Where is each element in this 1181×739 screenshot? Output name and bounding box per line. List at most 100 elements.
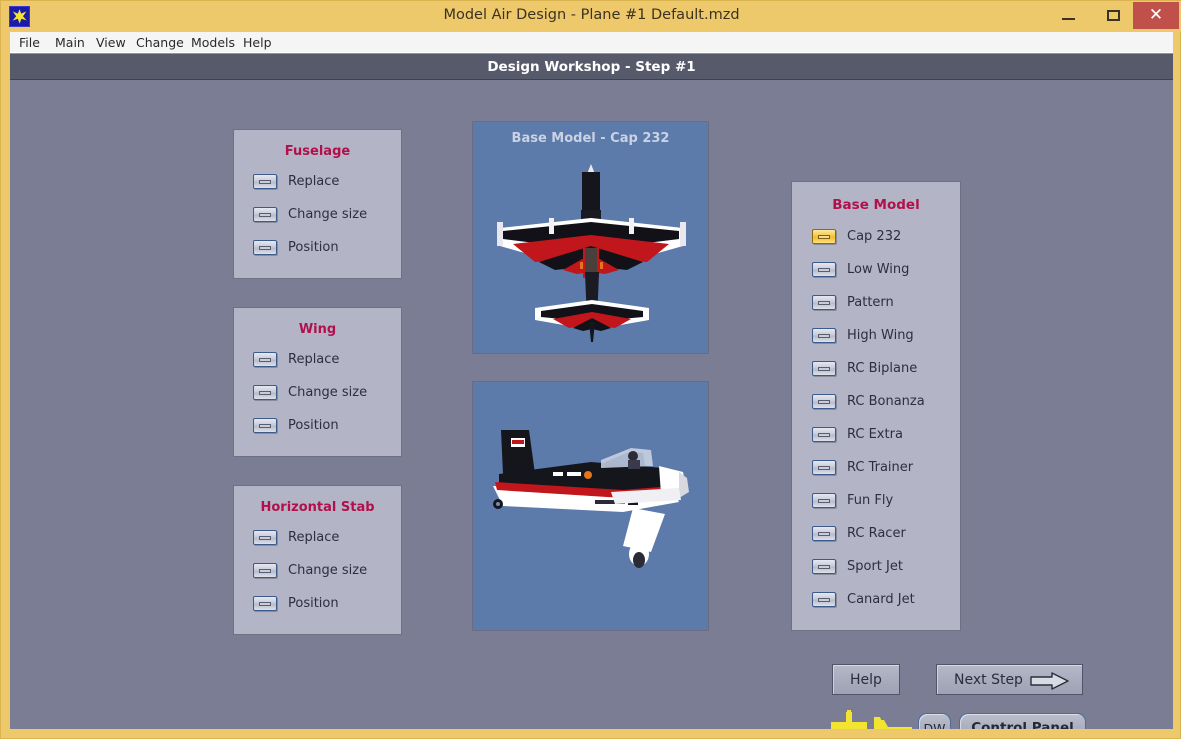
- base-model-radio-rc-extra[interactable]: [812, 426, 836, 442]
- preview-side-view[interactable]: [472, 381, 709, 631]
- base-model-radio-pattern[interactable]: [812, 294, 836, 310]
- wing-position-button[interactable]: [253, 417, 277, 433]
- airplane-side-view-icon[interactable]: [872, 715, 914, 729]
- base-model-label-cap-232: Cap 232: [847, 228, 902, 244]
- control-panel-button[interactable]: Control Panel: [959, 713, 1086, 729]
- window-title: Model Air Design - Plane #1 Default.mzd: [443, 7, 740, 23]
- control-panel-button-label: Control Panel: [971, 720, 1074, 729]
- menu-item-help[interactable]: Help: [239, 34, 276, 51]
- base-model-label-rc-racer: RC Racer: [847, 525, 906, 541]
- application-window: Model Air Design - Plane #1 Default.mzd …: [0, 0, 1181, 739]
- wing-replace-label: Replace: [288, 351, 340, 367]
- base-model-item-fun-fly[interactable]: Fun Fly: [812, 489, 893, 511]
- base-model-label-rc-extra: RC Extra: [847, 426, 903, 442]
- step-header-bar: Design Workshop - Step #1: [10, 53, 1173, 80]
- maximize-icon: [1091, 1, 1136, 30]
- close-icon: ✕: [1148, 5, 1164, 25]
- group-title-horizontal-stab: Horizontal Stab: [260, 500, 375, 515]
- horizontal-stab-change-size-row[interactable]: Change size: [253, 559, 367, 581]
- base-model-item-rc-extra[interactable]: RC Extra: [812, 423, 903, 445]
- base-model-radio-rc-bonanza[interactable]: [812, 393, 836, 409]
- side-view-aircraft-icon: [493, 430, 689, 568]
- fuselage-replace-row[interactable]: Replace: [253, 170, 339, 192]
- base-model-label-rc-bonanza: RC Bonanza: [847, 393, 925, 409]
- wing-change-size-label: Change size: [288, 384, 368, 400]
- horizontal-stab-replace-button[interactable]: [253, 529, 277, 545]
- wing-position-row[interactable]: Position: [253, 414, 339, 436]
- title-bar: Model Air Design - Plane #1 Default.mzd …: [1, 1, 1181, 32]
- fuselage-change-size-label: Change size: [288, 206, 368, 222]
- base-model-label-low-wing: Low Wing: [847, 261, 910, 277]
- fuselage-change-size-row[interactable]: Change size: [253, 203, 367, 225]
- base-model-label-rc-biplane: RC Biplane: [847, 360, 918, 376]
- base-model-radio-cap-232[interactable]: [812, 228, 836, 244]
- base-model-label-fun-fly: Fun Fly: [847, 492, 894, 508]
- group-panel-fuselage: Fuselage Replace Change size Position: [233, 129, 402, 279]
- top-view-aircraft-icon: [497, 164, 686, 342]
- design-workshop-button[interactable]: DW: [918, 713, 951, 729]
- menu-item-main[interactable]: Main: [51, 34, 89, 51]
- horizontal-stab-change-size-label: Change size: [288, 562, 368, 578]
- minimize-icon: [1046, 1, 1091, 30]
- base-model-radio-low-wing[interactable]: [812, 261, 836, 277]
- base-model-item-rc-bonanza[interactable]: RC Bonanza: [812, 390, 925, 412]
- airplane-top-view-icon[interactable]: [828, 710, 870, 729]
- menu-item-view[interactable]: View: [92, 34, 130, 51]
- group-panel-horizontal-stab: Horizontal Stab Replace Change size Posi…: [233, 485, 402, 635]
- fuselage-position-row[interactable]: Position: [253, 236, 339, 258]
- horizontal-stab-change-size-button[interactable]: [253, 562, 277, 578]
- fuselage-position-button[interactable]: [253, 239, 277, 255]
- next-step-button-label: Next Step: [954, 671, 1023, 688]
- wing-replace-row[interactable]: Replace: [253, 348, 339, 370]
- base-model-item-rc-racer[interactable]: RC Racer: [812, 522, 906, 544]
- base-model-item-cap-232[interactable]: Cap 232: [812, 225, 901, 247]
- horizontal-stab-position-label: Position: [288, 595, 339, 611]
- base-model-radio-high-wing[interactable]: [812, 327, 836, 343]
- base-model-label-high-wing: High Wing: [847, 327, 914, 343]
- base-model-radio-sport-jet[interactable]: [812, 558, 836, 574]
- base-model-item-low-wing[interactable]: Low Wing: [812, 258, 909, 280]
- preview-top-view[interactable]: Base Model - Cap 232: [472, 121, 709, 354]
- fuselage-replace-label: Replace: [288, 173, 340, 189]
- help-button[interactable]: Help: [832, 664, 900, 695]
- menu-item-file[interactable]: File: [15, 34, 44, 51]
- base-model-radio-fun-fly[interactable]: [812, 492, 836, 508]
- base-model-item-high-wing[interactable]: High Wing: [812, 324, 914, 346]
- horizontal-stab-position-row[interactable]: Position: [253, 592, 339, 614]
- base-model-item-rc-biplane[interactable]: RC Biplane: [812, 357, 917, 379]
- horizontal-stab-replace-row[interactable]: Replace: [253, 526, 339, 548]
- base-model-title: Base Model: [832, 197, 920, 213]
- base-model-label-pattern: Pattern: [847, 294, 894, 310]
- base-model-radio-canard-jet[interactable]: [812, 591, 836, 607]
- wing-replace-button[interactable]: [253, 351, 277, 367]
- base-model-radio-rc-trainer[interactable]: [812, 459, 836, 475]
- base-model-item-pattern[interactable]: Pattern: [812, 291, 894, 313]
- group-title-fuselage: Fuselage: [284, 144, 351, 159]
- menu-bar: File Main View Change Models Help: [10, 32, 1173, 53]
- help-button-label: Help: [850, 671, 882, 688]
- wing-change-size-button[interactable]: [253, 384, 277, 400]
- fuselage-replace-button[interactable]: [253, 173, 277, 189]
- close-button[interactable]: ✕: [1133, 2, 1179, 29]
- menu-item-models[interactable]: Models: [187, 34, 239, 51]
- minimize-button[interactable]: [1046, 1, 1091, 30]
- design-workshop-button-label: DW: [923, 720, 946, 730]
- fuselage-change-size-button[interactable]: [253, 206, 277, 222]
- base-model-radio-rc-racer[interactable]: [812, 525, 836, 541]
- horizontal-stab-replace-label: Replace: [288, 529, 340, 545]
- base-model-item-sport-jet[interactable]: Sport Jet: [812, 555, 903, 577]
- maximize-button[interactable]: [1091, 1, 1136, 30]
- base-model-item-canard-jet[interactable]: Canard Jet: [812, 588, 915, 610]
- menu-item-change[interactable]: Change: [132, 34, 188, 51]
- group-panel-wing: Wing Replace Change size Position: [233, 307, 402, 457]
- step-header-title: Design Workshop - Step #1: [487, 59, 696, 75]
- wing-change-size-row[interactable]: Change size: [253, 381, 367, 403]
- arrow-right-icon: [1030, 672, 1070, 694]
- next-step-button[interactable]: Next Step: [936, 664, 1083, 695]
- client-area: Design Workshop - Step #1 Fuselage Repla…: [10, 53, 1173, 729]
- base-model-radio-rc-biplane[interactable]: [812, 360, 836, 376]
- wing-position-label: Position: [288, 417, 339, 433]
- base-model-label-canard-jet: Canard Jet: [847, 591, 915, 607]
- base-model-item-rc-trainer[interactable]: RC Trainer: [812, 456, 913, 478]
- horizontal-stab-position-button[interactable]: [253, 595, 277, 611]
